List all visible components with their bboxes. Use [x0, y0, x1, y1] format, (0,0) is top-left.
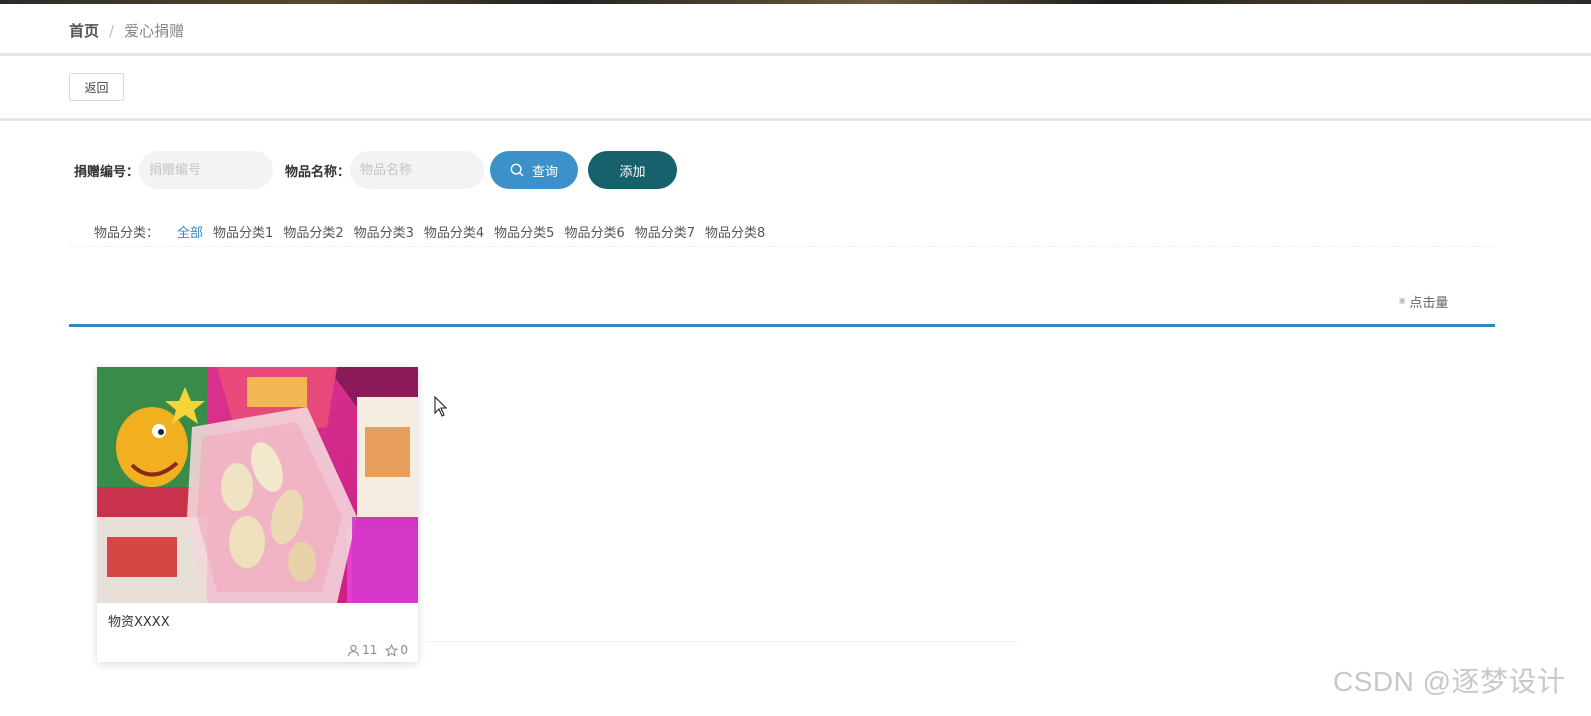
- query-button[interactable]: 查询: [490, 151, 579, 189]
- item-card[interactable]: 物资XXXX 11 0: [97, 367, 418, 662]
- breadcrumb-home-link[interactable]: 首页: [69, 20, 99, 41]
- category-item-all[interactable]: 全部: [177, 222, 203, 241]
- category-item-2[interactable]: 物品分类2: [283, 222, 343, 241]
- views-count: 11: [362, 643, 378, 657]
- favorites-count: 0: [400, 643, 408, 657]
- category-item-4[interactable]: 物品分类4: [424, 222, 484, 241]
- query-button-label: 查询: [532, 163, 559, 179]
- add-button[interactable]: 添加: [588, 151, 678, 189]
- search-form: 捐赠编号： 物品名称： 查询 添加: [74, 151, 678, 189]
- category-item-6[interactable]: 物品分类6: [564, 222, 624, 241]
- item-name-label: 物品名称：: [285, 164, 351, 180]
- category-item-8[interactable]: 物品分类8: [705, 222, 765, 241]
- search-icon: [510, 163, 524, 177]
- list-divider: [69, 324, 1495, 327]
- item-title: 物资XXXX: [108, 615, 170, 630]
- category-item-3[interactable]: 物品分类3: [354, 222, 414, 241]
- user-icon: [348, 644, 359, 656]
- star-icon: [385, 643, 399, 657]
- item-name-input[interactable]: [350, 151, 485, 189]
- category-divider: [69, 246, 1495, 247]
- sort-by-clicks[interactable]: ⋇ 点击量: [1398, 292, 1448, 311]
- card-row-divider: [418, 641, 1018, 642]
- category-item-1[interactable]: 物品分类1: [213, 222, 273, 241]
- donation-no-input[interactable]: [139, 151, 274, 189]
- favorites-stat: 0: [385, 643, 408, 657]
- sort-icon: ⋇: [1398, 296, 1407, 307]
- category-item-7[interactable]: 物品分类7: [635, 222, 695, 241]
- category-filter-label: 物品分类：: [94, 225, 160, 241]
- back-bar: 返回: [0, 56, 1591, 121]
- breadcrumb-bar: 首页 / 爱心捐赠: [0, 4, 1591, 56]
- mouse-cursor-icon: [434, 396, 448, 417]
- sort-label: 点击量: [1409, 296, 1449, 311]
- breadcrumb: 首页 / 爱心捐赠: [69, 20, 184, 41]
- category-item-5[interactable]: 物品分类5: [494, 222, 554, 241]
- item-image: [97, 367, 418, 603]
- back-button[interactable]: 返回: [69, 73, 124, 101]
- breadcrumb-separator: /: [109, 21, 115, 40]
- donation-no-label: 捐赠编号：: [74, 164, 140, 180]
- category-filter: 物品分类： 全部 物品分类1 物品分类2 物品分类3 物品分类4 物品分类5 物…: [94, 221, 775, 241]
- breadcrumb-current: 爱心捐赠: [124, 22, 185, 40]
- watermark: CSDN @逐梦设计: [1333, 666, 1566, 697]
- views-stat: 11: [347, 643, 377, 657]
- item-stats: 11 0: [339, 643, 408, 657]
